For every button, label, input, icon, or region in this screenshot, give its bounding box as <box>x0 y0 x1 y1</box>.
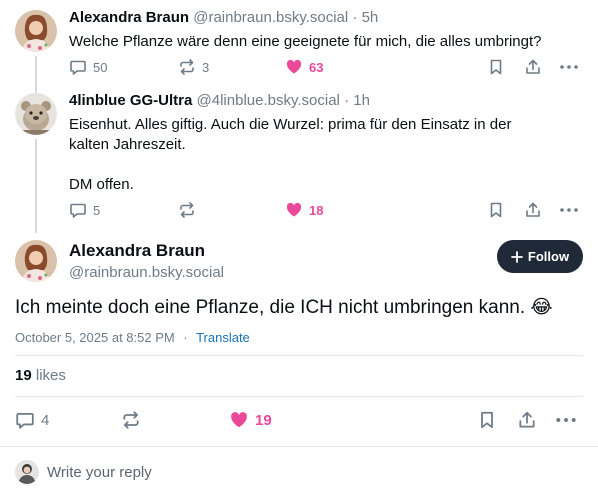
likes-label: likes <box>35 367 66 384</box>
like-button[interactable]: 18 <box>285 201 323 219</box>
more-icon <box>556 418 576 422</box>
author-handle[interactable]: @rainbraun.bsky.social <box>193 9 348 26</box>
post-text-line: kalten Jahreszeit. <box>69 136 186 153</box>
follow-label: Follow <box>527 249 570 264</box>
avatar[interactable] <box>15 93 57 135</box>
plus-icon <box>511 250 523 263</box>
author-name[interactable]: Alexandra Braun <box>69 241 205 261</box>
thread-post-1[interactable]: Alexandra Braun @rainbraun.bsky.social ·… <box>0 0 598 92</box>
repost-button[interactable]: 3 <box>178 58 209 76</box>
follow-button[interactable]: Follow <box>497 240 583 273</box>
author-name[interactable]: Alexandra Braun <box>69 9 189 26</box>
divider <box>15 396 583 397</box>
separator: · <box>352 9 358 26</box>
heart-icon <box>286 59 302 74</box>
repost-icon <box>180 59 194 75</box>
thread-post-2[interactable]: 4linblue GG-Ultra @4linblue.bsky.social … <box>0 90 598 233</box>
bookmark-button[interactable] <box>487 58 505 76</box>
avatar[interactable] <box>15 240 57 282</box>
post-actions: 50 3 63 <box>69 58 589 78</box>
avatar[interactable] <box>15 10 57 52</box>
reply-count: 5 <box>93 202 101 218</box>
likes-count: 19 <box>15 367 32 384</box>
post-text-line: DM offen. <box>69 176 134 193</box>
share-button[interactable] <box>517 410 537 430</box>
author-name[interactable]: 4linblue GG-Ultra <box>69 92 192 109</box>
post-text: Welche Pflanze wäre denn eine geeignete … <box>69 32 569 52</box>
like-count: 19 <box>255 411 272 429</box>
more-icon <box>560 208 578 212</box>
bookmark-icon <box>490 202 502 218</box>
share-icon <box>519 411 535 428</box>
reply-composer[interactable]: Write your reply <box>0 446 598 490</box>
divider <box>15 355 583 356</box>
bookmark-icon <box>490 59 502 75</box>
post-meta: October 5, 2025 at 8:52 PM · Translate <box>15 330 250 345</box>
post-age[interactable]: 5h <box>362 9 379 26</box>
reply-count: 4 <box>41 411 50 429</box>
like-count: 18 <box>309 202 324 218</box>
post-age[interactable]: 1h <box>353 92 370 109</box>
reply-button[interactable]: 4 <box>15 410 49 430</box>
more-button[interactable] <box>559 58 579 76</box>
repost-count: 3 <box>202 59 210 75</box>
post-actions: 5 18 <box>69 201 589 221</box>
post-text: Ich meinte doch eine Pflanze, die ICH ni… <box>15 297 553 318</box>
share-icon <box>526 202 540 217</box>
like-count: 63 <box>309 59 324 75</box>
like-button[interactable]: 19 <box>229 410 272 430</box>
reply-button[interactable]: 5 <box>69 201 100 219</box>
post-actions: 4 19 <box>15 410 583 430</box>
more-icon <box>560 65 578 69</box>
post-header: 4linblue GG-Ultra @4linblue.bsky.social … <box>69 92 370 109</box>
reply-input[interactable]: Write your reply <box>47 464 152 481</box>
heart-icon <box>231 412 247 428</box>
post-text-line: Welche Pflanze wäre denn eine geeignete … <box>69 33 542 50</box>
author-handle[interactable]: @rainbraun.bsky.social <box>69 264 224 281</box>
post-header: Alexandra Braun @rainbraun.bsky.social ·… <box>69 9 378 26</box>
post-timestamp: October 5, 2025 at 8:52 PM <box>15 330 175 345</box>
bookmark-button[interactable] <box>477 410 497 430</box>
separator: · <box>344 92 350 109</box>
heart-icon <box>286 202 302 217</box>
post-text: Eisenhut. Alles giftig. Auch die Wurzel:… <box>69 115 569 195</box>
thread-line <box>35 139 37 233</box>
repost-icon <box>123 411 139 429</box>
likes-summary[interactable]: 19 likes <box>15 367 66 384</box>
separator: · <box>183 330 188 345</box>
reply-icon <box>70 203 86 218</box>
reply-icon <box>16 413 34 429</box>
more-button[interactable] <box>555 410 577 430</box>
share-button[interactable] <box>524 58 542 76</box>
bookmark-button[interactable] <box>487 201 505 219</box>
translate-link[interactable]: Translate <box>196 330 250 345</box>
reply-icon <box>70 60 86 75</box>
post-text-line: Eisenhut. Alles giftig. Auch die Wurzel:… <box>69 116 512 133</box>
reply-count: 50 <box>93 59 108 75</box>
repost-icon <box>180 202 194 218</box>
more-button[interactable] <box>559 201 579 219</box>
share-icon <box>526 59 540 74</box>
repost-button[interactable] <box>121 410 141 430</box>
author-handle[interactable]: @4linblue.bsky.social <box>197 92 340 109</box>
like-button[interactable]: 63 <box>285 58 323 76</box>
repost-button[interactable] <box>178 201 202 219</box>
share-button[interactable] <box>524 201 542 219</box>
thread-line <box>35 56 37 92</box>
reply-button[interactable]: 50 <box>69 58 107 76</box>
bookmark-icon <box>481 411 493 429</box>
current-user-avatar <box>15 460 39 484</box>
